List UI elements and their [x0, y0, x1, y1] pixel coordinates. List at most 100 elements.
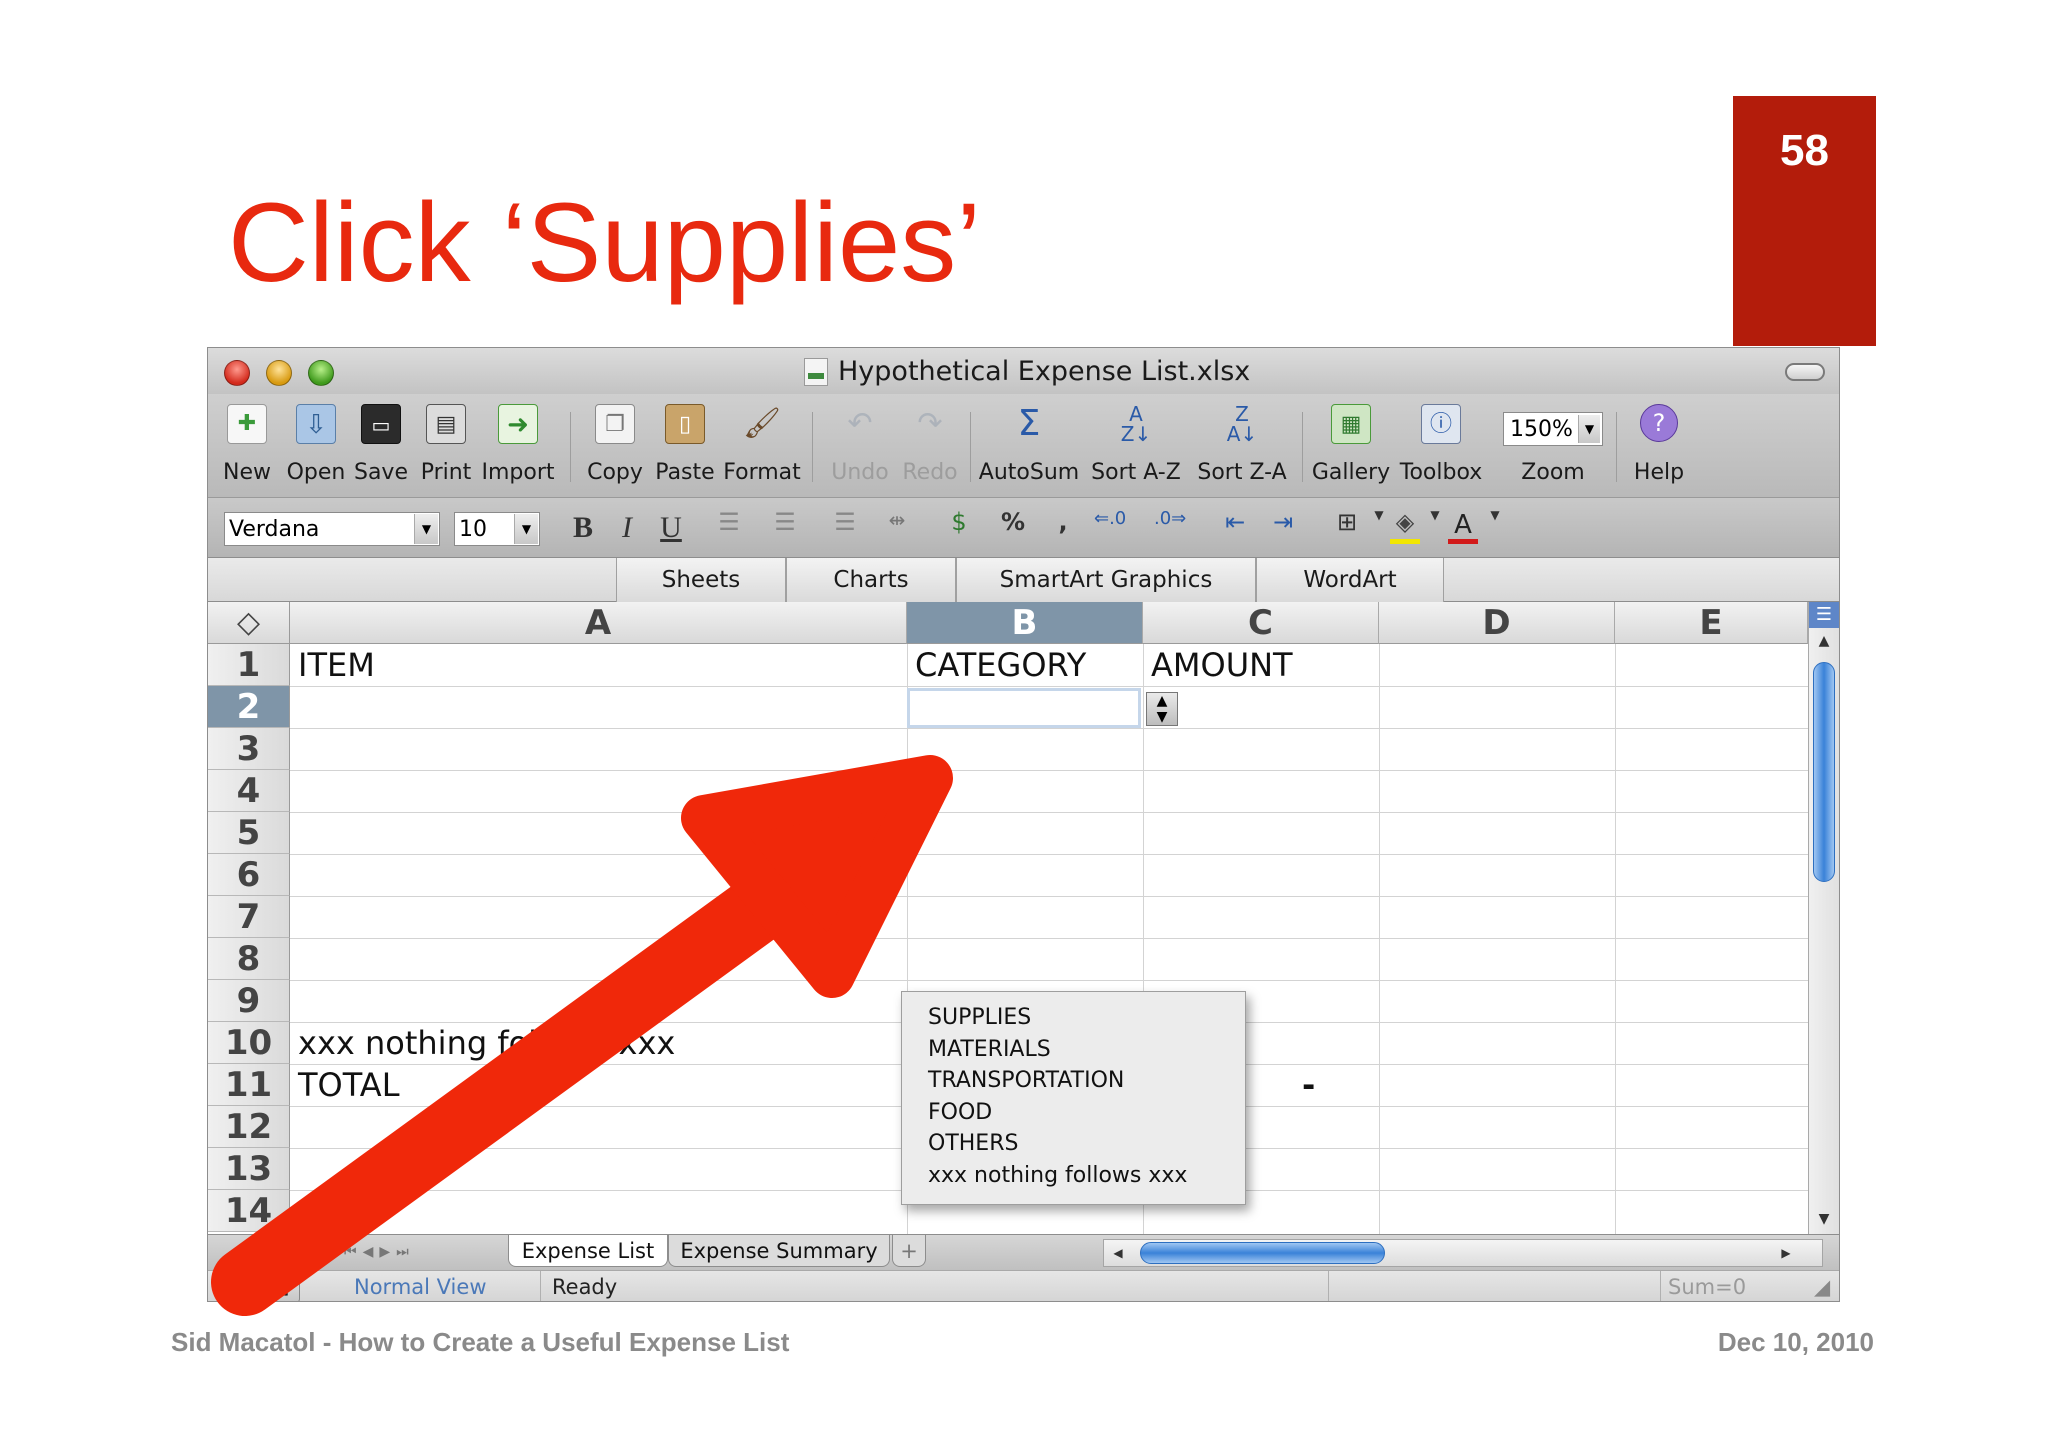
title-bar[interactable]: Hypothetical Expense List.xlsx	[208, 348, 1839, 394]
italic-button[interactable]: I	[612, 508, 642, 548]
cell-a10[interactable]: xxx nothing follows xxx	[292, 1022, 675, 1064]
tab-charts[interactable]: Charts	[786, 558, 956, 602]
toolbar-toggle-button[interactable]	[1785, 363, 1825, 381]
cell-a11[interactable]: TOTAL	[292, 1064, 400, 1106]
currency-format-icon[interactable]: $	[944, 508, 974, 548]
row-header-5[interactable]: 5	[208, 812, 290, 854]
resize-grip-icon[interactable]: ◢	[1814, 1275, 1830, 1299]
option-others[interactable]: OTHERS	[902, 1128, 1245, 1160]
sheet-navigation-icon[interactable]: ⏮◀▶⏭	[344, 1239, 464, 1265]
merge-center-icon[interactable]: ⇹	[882, 508, 912, 548]
increase-indent-icon[interactable]: ⇥	[1268, 508, 1298, 548]
validation-dropdown-button[interactable]: ▲ ▼	[1146, 692, 1178, 726]
option-food[interactable]: FOOD	[902, 1097, 1245, 1129]
column-header-e[interactable]: E	[1615, 602, 1808, 644]
zoom-input[interactable]: 150% ▼	[1503, 412, 1603, 446]
row-header-2[interactable]: 2	[208, 686, 290, 728]
sort-z-a-button[interactable]: Z A↓ Sort Z-A	[1190, 400, 1294, 494]
minimize-window-button[interactable]	[266, 360, 292, 386]
split-view-icon[interactable]: ☰	[1809, 602, 1839, 628]
zoom-control[interactable]: 150% ▼ Zoom	[1498, 400, 1608, 494]
paste-button[interactable]: ▯ Paste	[650, 400, 720, 494]
tab-wordart[interactable]: WordArt	[1256, 558, 1444, 602]
normal-view-icon[interactable]: ▭	[218, 1269, 258, 1301]
scroll-right-icon[interactable]: ▶	[1774, 1240, 1798, 1266]
toolbox-button[interactable]: ⓘ Toolbox	[1394, 400, 1488, 494]
option-nothing-follows[interactable]: xxx nothing follows xxx	[902, 1160, 1245, 1192]
align-center-icon[interactable]: ☰	[770, 508, 800, 548]
chevron-down-icon[interactable]: ▼	[1420, 508, 1450, 548]
tab-sheets[interactable]: Sheets	[616, 558, 786, 602]
row-header-6[interactable]: 6	[208, 854, 290, 896]
column-header-a[interactable]: A	[290, 602, 907, 644]
chevron-down-icon[interactable]: ▼	[1480, 508, 1510, 548]
column-header-c[interactable]: C	[1143, 602, 1379, 644]
scroll-up-icon[interactable]: ▲	[1809, 628, 1839, 654]
save-button[interactable]: ▭ Save	[348, 400, 414, 494]
option-transportation[interactable]: TRANSPORTATION	[902, 1065, 1245, 1097]
align-right-icon[interactable]: ☰	[830, 508, 860, 548]
format-button[interactable]: 🖌 Format	[720, 400, 804, 494]
copy-button[interactable]: ❐ Copy	[580, 400, 650, 494]
row-header-11[interactable]: 11	[208, 1064, 290, 1106]
cell-c1[interactable]: AMOUNT	[1145, 644, 1293, 686]
font-name-select[interactable]: Verdana ▼	[224, 512, 440, 546]
sort-a-z-button[interactable]: A Z↓ Sort A-Z	[1084, 400, 1188, 494]
cell-a1[interactable]: ITEM	[292, 644, 375, 686]
decrease-indent-icon[interactable]: ⇤	[1220, 508, 1250, 548]
horizontal-scroll-thumb[interactable]	[1140, 1242, 1385, 1264]
vertical-scroll-thumb[interactable]	[1813, 662, 1835, 882]
borders-icon[interactable]: ⊞	[1332, 508, 1362, 548]
column-header-d[interactable]: D	[1379, 602, 1615, 644]
chevron-down-icon[interactable]: ▼	[1578, 415, 1600, 443]
decrease-decimal-icon[interactable]: .0⇒	[1154, 508, 1186, 548]
page-layout-view-icon[interactable]: ▦	[260, 1269, 300, 1301]
row-header-8[interactable]: 8	[208, 938, 290, 980]
import-button[interactable]: ➜ Import	[478, 400, 558, 494]
comma-style-button[interactable]: ,	[1048, 508, 1078, 548]
autosum-button[interactable]: Σ AutoSum	[974, 400, 1084, 494]
cell-b2-active[interactable]	[907, 688, 1141, 728]
sheet-tab-expense-list[interactable]: Expense List	[508, 1235, 668, 1267]
add-sheet-button[interactable]: +	[892, 1235, 926, 1267]
row-header-9[interactable]: 9	[208, 980, 290, 1022]
fill-color-icon[interactable]: ◈	[1390, 508, 1420, 544]
option-materials[interactable]: MATERIALS	[902, 1034, 1245, 1066]
undo-button[interactable]: ↶ Undo	[822, 400, 898, 494]
sheet-tab-expense-summary[interactable]: Expense Summary	[668, 1235, 890, 1267]
gallery-button[interactable]: ▦ Gallery	[1308, 400, 1394, 494]
font-size-select[interactable]: 10 ▼	[454, 512, 540, 546]
row-header-12[interactable]: 12	[208, 1106, 290, 1148]
zoom-window-button[interactable]	[308, 360, 334, 386]
font-color-button[interactable]: A	[1448, 508, 1478, 544]
vertical-scrollbar[interactable]: ☰ ▲ ▼	[1808, 602, 1839, 1234]
cell-c11[interactable]: -	[1296, 1064, 1315, 1106]
close-window-button[interactable]	[224, 360, 250, 386]
increase-decimal-icon[interactable]: ⇐.0	[1094, 508, 1126, 548]
chevron-down-icon[interactable]: ▼	[514, 514, 538, 544]
redo-button[interactable]: ↷ Redo	[898, 400, 962, 494]
percent-button[interactable]: %	[998, 508, 1028, 548]
tab-smartart-graphics[interactable]: SmartArt Graphics	[956, 558, 1256, 602]
row-header-1[interactable]: 1	[208, 644, 290, 686]
help-button[interactable]: ? Help	[1622, 400, 1696, 494]
scroll-down-icon[interactable]: ▼	[1809, 1206, 1839, 1232]
column-header-b[interactable]: B	[907, 602, 1143, 644]
underline-button[interactable]: U	[656, 508, 686, 548]
chevron-down-icon[interactable]: ▼	[414, 514, 438, 544]
row-header-7[interactable]: 7	[208, 896, 290, 938]
row-header-3[interactable]: 3	[208, 728, 290, 770]
select-all-icon[interactable]: ◇	[208, 602, 290, 644]
print-button[interactable]: ▤ Print	[414, 400, 478, 494]
row-header-14[interactable]: 14	[208, 1190, 290, 1232]
align-left-icon[interactable]: ☰	[714, 508, 744, 548]
horizontal-scrollbar[interactable]: ◀ ▶	[1103, 1239, 1823, 1267]
row-header-4[interactable]: 4	[208, 770, 290, 812]
new-button[interactable]: ✚ New	[208, 400, 286, 494]
row-header-10[interactable]: 10	[208, 1022, 290, 1064]
option-supplies[interactable]: SUPPLIES	[902, 1002, 1245, 1034]
cell-b1[interactable]: CATEGORY	[909, 644, 1086, 686]
scroll-left-icon[interactable]: ◀	[1106, 1240, 1130, 1266]
open-button[interactable]: ⇩ Open	[280, 400, 352, 494]
row-header-13[interactable]: 13	[208, 1148, 290, 1190]
